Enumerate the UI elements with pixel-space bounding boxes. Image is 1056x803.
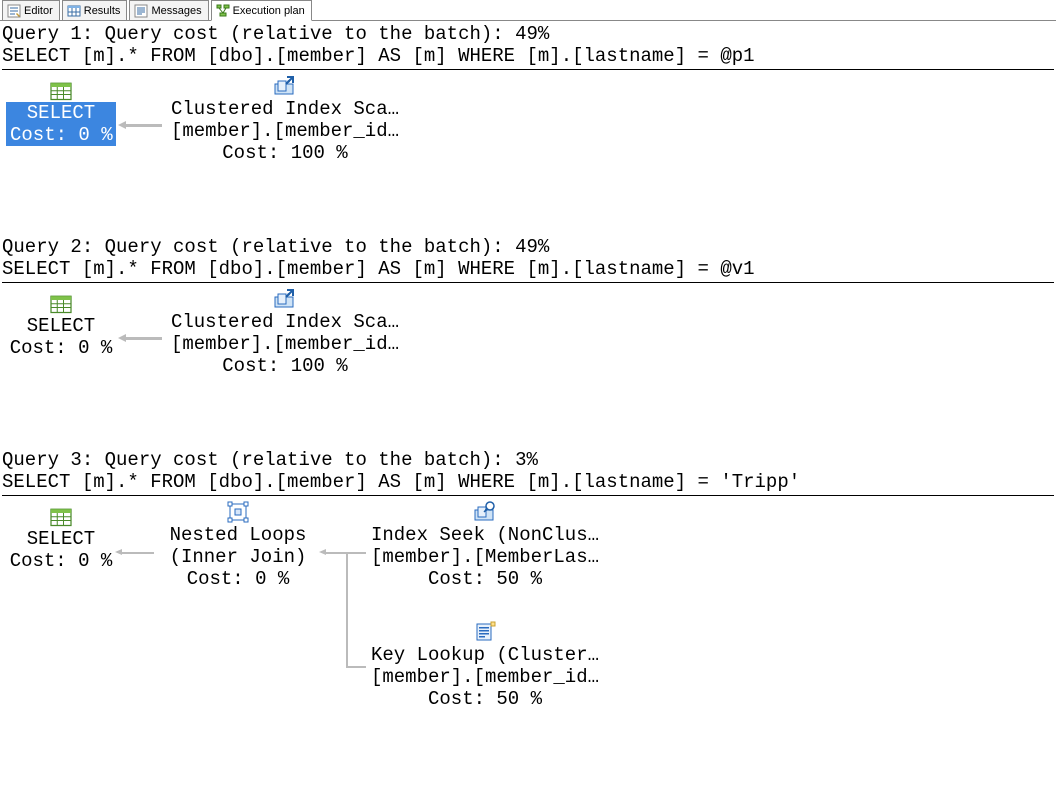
table-icon <box>50 82 72 102</box>
plan-node-select-cost: Cost: 0 % <box>6 124 116 146</box>
query-1-header: Query 1: Query cost (relative to the bat… <box>0 21 1056 45</box>
plan-arrow-head <box>118 334 126 342</box>
plan-node-lookup-cost: Cost: 50 % <box>370 688 600 710</box>
clustered-index-scan-icon <box>273 74 297 98</box>
plan-arrow <box>126 124 162 127</box>
plan-node-clustered-index-scan[interactable]: Clustered Index Sca… [member].[member_id… <box>170 287 400 377</box>
table-icon <box>50 508 72 528</box>
editor-tab-icon <box>7 4 21 18</box>
tab-messages[interactable]: Messages <box>129 0 208 20</box>
plan-arrow <box>126 337 162 340</box>
plan-arrow-vertical <box>346 553 348 668</box>
plan-node-select-cost: Cost: 0 % <box>6 550 116 572</box>
execution-plan-pane: Query 1: Query cost (relative to the bat… <box>0 21 1056 745</box>
index-seek-icon <box>473 500 497 524</box>
plan-node-key-lookup[interactable]: Key Lookup (Cluster… [member].[member_id… <box>370 620 600 710</box>
tab-editor-label: Editor <box>24 5 53 17</box>
plan-node-nested-sub: (Inner Join) <box>158 546 318 568</box>
query-2-sql: SELECT [m].* FROM [dbo].[member] AS [m] … <box>0 258 1056 282</box>
plan-node-select-label: SELECT <box>6 102 116 124</box>
plan-node-nested-cost: Cost: 0 % <box>158 568 318 590</box>
plan-node-lookup-object: [member].[member_id… <box>370 666 600 688</box>
query-1-sql: SELECT [m].* FROM [dbo].[member] AS [m] … <box>0 45 1056 69</box>
plan-node-scan-label: Clustered Index Sca… <box>170 98 400 120</box>
plan-arrow <box>346 666 366 668</box>
plan-node-select-cost: Cost: 0 % <box>6 337 116 359</box>
query-2-section: Query 2: Query cost (relative to the bat… <box>0 234 1056 447</box>
plan-node-clustered-index-scan[interactable]: Clustered Index Sca… [member].[member_id… <box>170 74 400 164</box>
divider <box>2 282 1054 283</box>
plan-node-scan-cost: Cost: 100 % <box>170 355 400 377</box>
results-tab-icon <box>67 4 81 18</box>
plan-node-seek-cost: Cost: 50 % <box>370 568 600 590</box>
query-1-section: Query 1: Query cost (relative to the bat… <box>0 21 1056 234</box>
tab-editor[interactable]: Editor <box>2 0 60 20</box>
tab-results[interactable]: Results <box>62 0 128 20</box>
tab-bar: Editor Results Messages <box>0 0 1056 21</box>
tab-results-label: Results <box>84 5 121 17</box>
plan-node-select-label: SELECT <box>6 315 116 337</box>
plan-node-scan-label: Clustered Index Sca… <box>170 311 400 333</box>
plan-node-nested-label: Nested Loops <box>158 524 318 546</box>
query-3-header: Query 3: Query cost (relative to the bat… <box>0 447 1056 471</box>
divider <box>2 69 1054 70</box>
plan-node-lookup-label: Key Lookup (Cluster… <box>370 644 600 666</box>
table-icon <box>50 295 72 315</box>
tab-messages-label: Messages <box>151 5 201 17</box>
plan-node-select[interactable]: SELECT Cost: 0 % <box>6 295 116 359</box>
query-2-header: Query 2: Query cost (relative to the bat… <box>0 234 1056 258</box>
query-1-diagram: SELECT Cost: 0 % Clustered Index Sca… [m… <box>0 74 1056 234</box>
tab-plan-label: Execution plan <box>233 5 305 17</box>
plan-arrow-head <box>118 121 126 129</box>
tab-execution-plan[interactable]: Execution plan <box>211 0 312 21</box>
plan-node-index-seek[interactable]: Index Seek (NonClus… [member].[MemberLas… <box>370 500 600 590</box>
nested-loops-icon <box>226 500 250 524</box>
query-3-section: Query 3: Query cost (relative to the bat… <box>0 447 1056 745</box>
plan-arrow-head <box>319 549 326 555</box>
plan-arrow-head <box>115 549 122 555</box>
plan-tab-icon <box>216 4 230 18</box>
plan-node-seek-label: Index Seek (NonClus… <box>370 524 600 546</box>
query-3-sql: SELECT [m].* FROM [dbo].[member] AS [m] … <box>0 471 1056 495</box>
plan-node-scan-object: [member].[member_id… <box>170 333 400 355</box>
messages-tab-icon <box>134 4 148 18</box>
plan-node-select[interactable]: SELECT Cost: 0 % <box>6 508 116 572</box>
key-lookup-icon <box>473 620 497 644</box>
plan-node-scan-object: [member].[member_id… <box>170 120 400 142</box>
plan-node-seek-object: [member].[MemberLas… <box>370 546 600 568</box>
divider <box>2 495 1054 496</box>
plan-node-select-label: SELECT <box>6 528 116 550</box>
query-2-diagram: SELECT Cost: 0 % Clustered Index Sca… [m… <box>0 287 1056 447</box>
plan-node-nested-loops[interactable]: Nested Loops (Inner Join) Cost: 0 % <box>158 500 318 590</box>
query-3-diagram: SELECT Cost: 0 % Nested Loops (Inner Joi… <box>0 500 1056 745</box>
plan-node-select[interactable]: SELECT Cost: 0 % <box>6 82 116 146</box>
clustered-index-scan-icon <box>273 287 297 311</box>
plan-arrow <box>122 552 154 554</box>
plan-node-scan-cost: Cost: 100 % <box>170 142 400 164</box>
